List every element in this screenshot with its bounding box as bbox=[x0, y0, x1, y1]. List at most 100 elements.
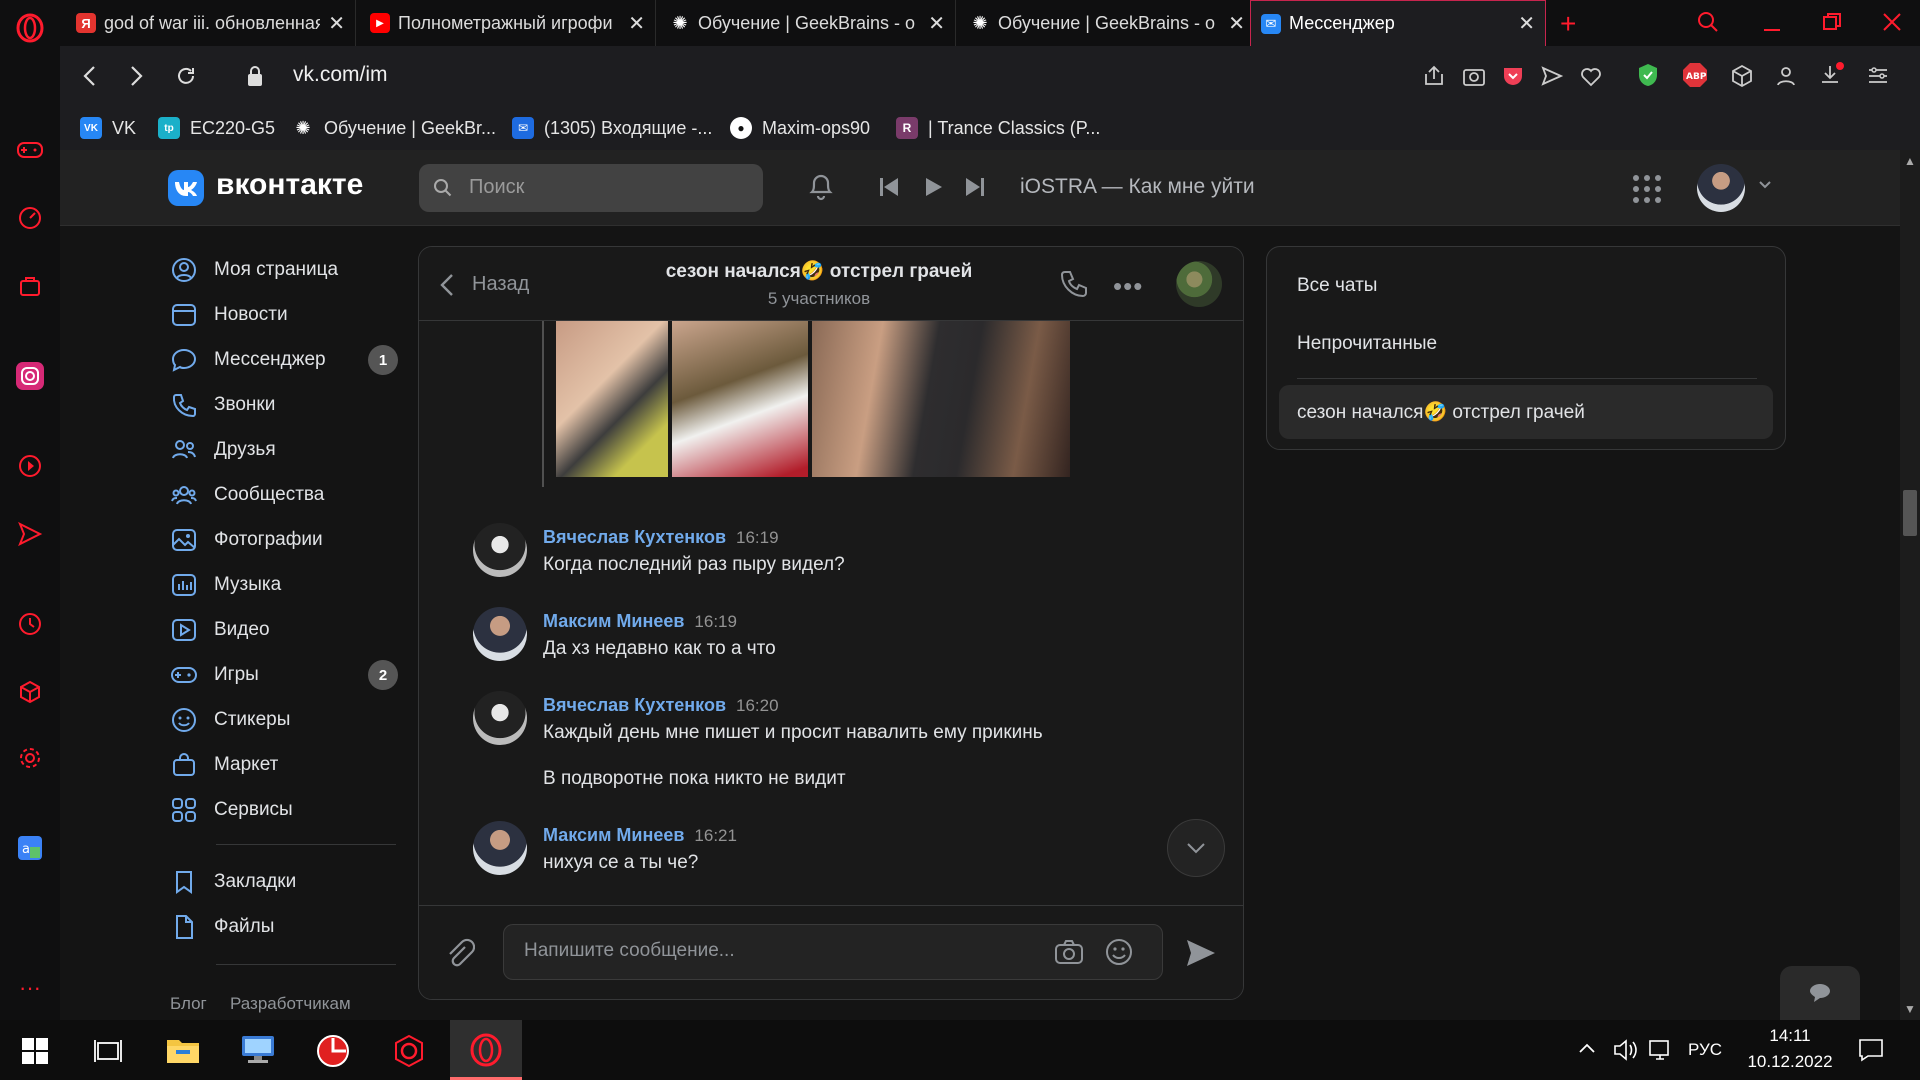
play-icon[interactable] bbox=[922, 176, 944, 198]
avatar[interactable] bbox=[473, 607, 527, 661]
forward-icon[interactable] bbox=[126, 64, 146, 88]
message-author[interactable]: Максим Минеев 16:19 bbox=[543, 611, 737, 632]
scroll-up-icon[interactable]: ▲ bbox=[1904, 154, 1916, 168]
minimize-icon[interactable] bbox=[1760, 10, 1784, 34]
chat-subtitle[interactable]: 5 участников bbox=[619, 289, 1019, 309]
author-name[interactable]: Максим Минеев bbox=[543, 825, 684, 845]
message-author[interactable]: Максим Минеев 16:21 bbox=[543, 825, 737, 846]
heart-icon[interactable] bbox=[1579, 64, 1603, 88]
clock-time[interactable]: 14:11 bbox=[1740, 1026, 1840, 1046]
close-icon[interactable]: ✕ bbox=[1228, 11, 1245, 36]
notification-center-icon[interactable] bbox=[1858, 1038, 1884, 1062]
page-scrollbar[interactable]: ▲ ▼ bbox=[1900, 150, 1920, 1020]
next-track-icon[interactable] bbox=[964, 176, 986, 198]
tab-2[interactable]: ✺ Обучение | GeekBrains - о ✕ bbox=[660, 0, 956, 46]
app-red-icon[interactable] bbox=[316, 1034, 350, 1068]
translate-icon[interactable]: a bbox=[14, 832, 46, 864]
author-name[interactable]: Максим Минеев bbox=[543, 611, 684, 631]
avatar[interactable] bbox=[473, 691, 527, 745]
gx-controller-icon[interactable] bbox=[14, 134, 46, 166]
close-icon[interactable]: ✕ bbox=[328, 11, 345, 36]
nav-messenger[interactable]: Мессенджер bbox=[170, 340, 326, 380]
easy-setup-icon[interactable] bbox=[1866, 64, 1890, 88]
new-tab-button[interactable]: + bbox=[1560, 8, 1576, 40]
vk-logo-text[interactable]: вконтакте bbox=[216, 168, 363, 202]
back-button[interactable]: Назад bbox=[472, 273, 529, 296]
tray-chevron-up-icon[interactable] bbox=[1578, 1042, 1596, 1054]
scroll-down-button[interactable] bbox=[1167, 819, 1225, 877]
file-explorer-icon[interactable] bbox=[166, 1036, 200, 1064]
network-icon[interactable] bbox=[1648, 1038, 1674, 1062]
nav-my-page[interactable]: Моя страница bbox=[170, 250, 338, 290]
tab-0[interactable]: Я god of war iii. обновленная ✕ bbox=[66, 0, 356, 46]
nav-news[interactable]: Новости bbox=[170, 295, 288, 335]
mini-chat-button[interactable] bbox=[1780, 966, 1860, 1020]
nav-stickers[interactable]: Стикеры bbox=[170, 700, 290, 740]
scroll-down-icon[interactable]: ▼ bbox=[1904, 1002, 1916, 1016]
download-icon[interactable] bbox=[1818, 62, 1844, 88]
back-icon[interactable] bbox=[80, 64, 100, 88]
opera-logo-icon[interactable] bbox=[14, 12, 46, 44]
chevron-down-icon[interactable] bbox=[1758, 180, 1772, 190]
tab-3[interactable]: ✺ Обучение | GeekBrains - о ✕ bbox=[960, 0, 1256, 46]
previous-track-icon[interactable] bbox=[878, 176, 900, 198]
bookmark-github[interactable]: ● Maxim-ops90 bbox=[730, 106, 870, 150]
pocket-icon[interactable] bbox=[1501, 64, 1525, 88]
settings-gear-icon[interactable] bbox=[14, 742, 46, 774]
opera-taskbar-button[interactable] bbox=[450, 1020, 522, 1080]
reload-icon[interactable] bbox=[174, 64, 198, 88]
restore-icon[interactable] bbox=[1820, 10, 1844, 34]
tab-4-active[interactable]: ✉ Мессенджер ✕ bbox=[1250, 0, 1546, 46]
author-name[interactable]: Вячеслав Кухтенков bbox=[543, 527, 726, 547]
player-icon[interactable] bbox=[14, 450, 46, 482]
more-icon[interactable]: ··· bbox=[14, 972, 46, 1004]
author-name[interactable]: Вячеслав Кухтенков bbox=[543, 695, 726, 715]
avatar[interactable] bbox=[473, 821, 527, 875]
message-input[interactable]: Напишите сообщение... bbox=[503, 924, 1163, 980]
photo-attachment[interactable] bbox=[556, 321, 668, 477]
network-computer-icon[interactable] bbox=[240, 1034, 276, 1066]
bag-icon[interactable] bbox=[14, 270, 46, 302]
apps-grid-icon[interactable] bbox=[1632, 174, 1662, 204]
message-author[interactable]: Вячеслав Кухтенков 16:19 bbox=[543, 527, 779, 548]
nav-games[interactable]: Игры bbox=[170, 655, 259, 695]
call-icon[interactable] bbox=[1059, 269, 1089, 299]
profile-icon[interactable] bbox=[1774, 64, 1798, 88]
instagram-icon[interactable] bbox=[14, 360, 46, 392]
filter-all-chats[interactable]: Все чаты bbox=[1297, 275, 1377, 297]
adblock-icon[interactable]: ABP bbox=[1682, 62, 1708, 88]
bookmark-mail[interactable]: ✉ (1305) Входящие -... bbox=[512, 106, 712, 150]
message-author[interactable]: Вячеслав Кухтенков 16:20 bbox=[543, 695, 779, 716]
opera-gx-taskbar-icon[interactable] bbox=[392, 1034, 426, 1068]
tab-1[interactable]: ▶ Полнометражный игрофи ✕ bbox=[360, 0, 656, 46]
send-icon[interactable] bbox=[14, 518, 46, 550]
nav-communities[interactable]: Сообщества bbox=[170, 475, 324, 515]
footer-link-blog[interactable]: Блог bbox=[170, 994, 207, 1014]
nav-market[interactable]: Маркет bbox=[170, 745, 278, 785]
language-indicator[interactable]: РУС bbox=[1688, 1040, 1722, 1060]
photo-attachment[interactable] bbox=[672, 321, 808, 477]
windows-start-icon[interactable] bbox=[22, 1038, 48, 1064]
chat-avatar[interactable] bbox=[1176, 261, 1222, 307]
attach-paperclip-icon[interactable] bbox=[445, 938, 475, 970]
lock-icon[interactable] bbox=[246, 64, 264, 88]
tab-search-icon[interactable] bbox=[1696, 10, 1720, 34]
close-icon[interactable]: ✕ bbox=[628, 11, 645, 36]
back-arrow-icon[interactable] bbox=[439, 273, 455, 297]
close-window-icon[interactable] bbox=[1880, 10, 1904, 34]
speedometer-icon[interactable] bbox=[14, 202, 46, 234]
notifications-bell-icon[interactable] bbox=[806, 170, 836, 202]
camera-icon[interactable] bbox=[1462, 64, 1486, 88]
shield-icon[interactable] bbox=[1636, 62, 1660, 88]
selected-chat-item[interactable]: сезон начался🤣 отстрел грачей bbox=[1279, 385, 1773, 439]
bookmark-vk[interactable]: VK VK bbox=[80, 106, 136, 150]
more-options-icon[interactable]: ••• bbox=[1113, 271, 1143, 302]
nav-calls[interactable]: Звонки bbox=[170, 385, 275, 425]
nav-bookmarks[interactable]: Закладки bbox=[170, 862, 296, 902]
bookmark-trance[interactable]: R | Trance Classics (P... bbox=[896, 106, 1100, 150]
camera-icon[interactable] bbox=[1054, 937, 1084, 967]
volume-icon[interactable] bbox=[1612, 1038, 1638, 1062]
scrollbar-thumb[interactable] bbox=[1903, 490, 1917, 536]
close-icon[interactable]: ✕ bbox=[1518, 11, 1535, 36]
close-icon[interactable]: ✕ bbox=[928, 11, 945, 36]
